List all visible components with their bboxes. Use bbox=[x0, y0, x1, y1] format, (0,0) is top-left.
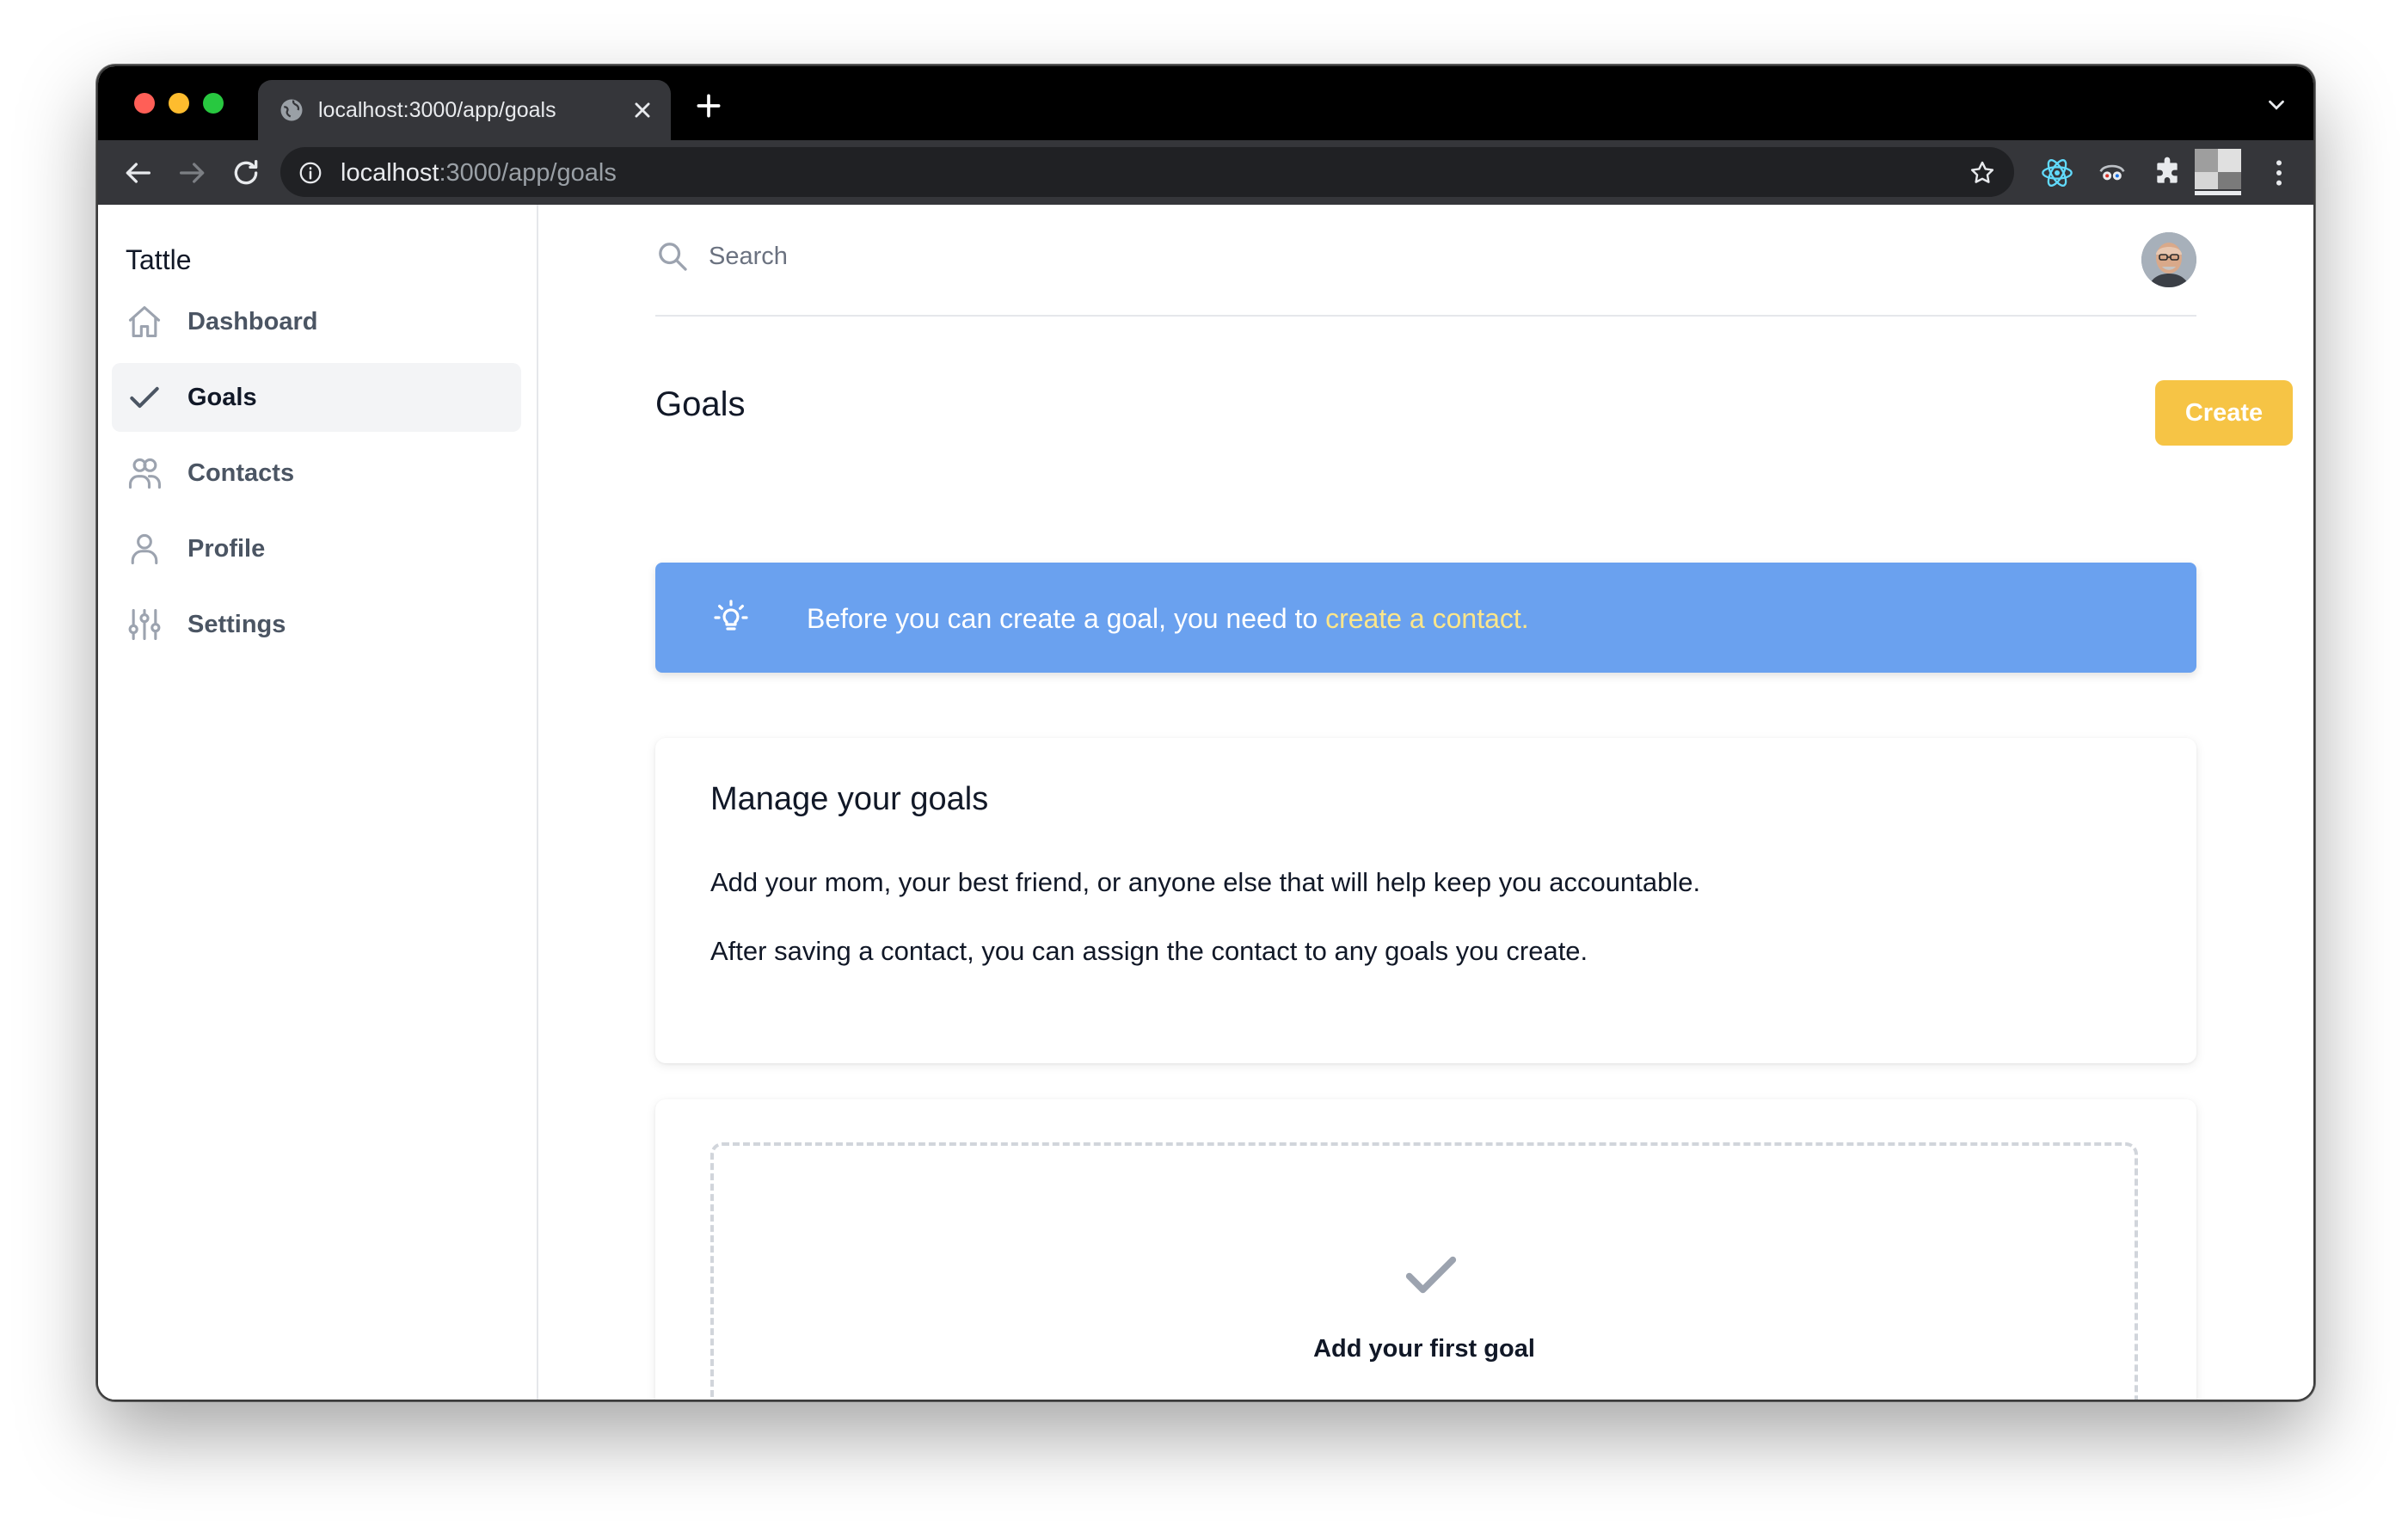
forward-arrow-icon[interactable] bbox=[175, 156, 210, 190]
bookmark-star-icon[interactable] bbox=[1968, 158, 1997, 188]
url-text: localhost:3000/app/goals bbox=[341, 159, 617, 187]
url-path: :3000/app/goals bbox=[439, 159, 617, 187]
create-button[interactable]: Create bbox=[2155, 380, 2293, 446]
banner-text: Before you can create a goal, you need t… bbox=[807, 602, 1529, 635]
browser-menu-icon[interactable] bbox=[2262, 156, 2296, 190]
avatar[interactable] bbox=[2141, 232, 2196, 287]
back-arrow-icon[interactable] bbox=[120, 156, 155, 190]
check-icon bbox=[130, 386, 159, 409]
sidebar-item-settings[interactable]: Settings bbox=[112, 590, 521, 659]
home-icon bbox=[128, 305, 161, 338]
sidebar-item-label: Settings bbox=[187, 610, 286, 638]
url-host: localhost bbox=[341, 159, 439, 187]
close-window-button[interactable] bbox=[134, 93, 155, 114]
info-banner: Before you can create a goal, you need t… bbox=[655, 563, 2196, 673]
minimize-window-button[interactable] bbox=[169, 93, 189, 114]
card-title: Manage your goals bbox=[710, 781, 989, 817]
globe-icon bbox=[280, 99, 303, 121]
card-paragraph: Add your mom, your best friend, or anyon… bbox=[710, 867, 1701, 897]
card-paragraph: After saving a contact, you can assign t… bbox=[710, 936, 1588, 966]
sliders-icon bbox=[128, 608, 161, 641]
sidebar: Tattle Dashboard Goals Contacts Profile … bbox=[98, 205, 538, 1400]
sidebar-item-label: Contacts bbox=[187, 458, 295, 487]
tab-title: localhost:3000/app/goals bbox=[318, 98, 556, 122]
tab-search-chevron-icon[interactable] bbox=[2264, 92, 2289, 118]
sidebar-item-goals[interactable]: Goals bbox=[112, 363, 521, 432]
react-devtools-icon[interactable] bbox=[2040, 156, 2074, 190]
users-icon bbox=[128, 458, 161, 489]
search-icon bbox=[659, 243, 687, 271]
site-info-icon[interactable] bbox=[298, 160, 323, 186]
sidebar-item-label: Profile bbox=[187, 534, 266, 563]
browser-profile-icon[interactable] bbox=[2195, 149, 2241, 195]
address-bar[interactable]: localhost:3000/app/goals bbox=[280, 147, 2014, 197]
browser-toolbar: localhost:3000/app/goals bbox=[98, 140, 2313, 205]
empty-state-card: Add your first goal bbox=[655, 1099, 2196, 1400]
add-first-goal-button[interactable]: Add your first goal bbox=[710, 1142, 2138, 1400]
app-content: Tattle Dashboard Goals Contacts Profile … bbox=[98, 205, 2313, 1400]
manage-goals-card: Manage your goals Add your mom, your bes… bbox=[655, 738, 2196, 1063]
sidebar-item-label: Dashboard bbox=[187, 307, 318, 335]
brand-name: Tattle bbox=[126, 244, 192, 275]
tab-strip: localhost:3000/app/goals bbox=[98, 66, 2313, 140]
page-title: Goals bbox=[655, 385, 746, 423]
sidebar-item-dashboard[interactable]: Dashboard bbox=[112, 287, 521, 356]
user-photo-icon bbox=[2141, 232, 2196, 287]
close-tab-icon[interactable] bbox=[628, 95, 657, 125]
new-tab-icon[interactable] bbox=[691, 89, 726, 123]
user-icon bbox=[131, 533, 158, 565]
check-icon bbox=[1405, 1256, 1457, 1294]
extensions-puzzle-icon[interactable] bbox=[2150, 156, 2184, 190]
maximize-window-button[interactable] bbox=[203, 93, 224, 114]
search-input[interactable] bbox=[709, 236, 1999, 277]
lightbulb-icon bbox=[714, 600, 748, 631]
sidebar-item-contacts[interactable]: Contacts bbox=[112, 439, 521, 508]
browser-window: localhost:3000/app/goals localhost:3000/… bbox=[96, 65, 2315, 1401]
reload-icon[interactable] bbox=[229, 156, 263, 190]
create-contact-link[interactable]: create a contact. bbox=[1325, 603, 1529, 634]
banner-message: Before you can create a goal, you need t… bbox=[807, 603, 1326, 634]
main-content: Goals Create Before you can create a goa… bbox=[538, 205, 2313, 1400]
browser-tab[interactable]: localhost:3000/app/goals bbox=[258, 80, 671, 140]
empty-state-label: Add your first goal bbox=[1313, 1335, 1535, 1363]
search-bar bbox=[655, 205, 2196, 317]
sidebar-item-label: Goals bbox=[187, 383, 257, 411]
extension-spy-icon[interactable] bbox=[2095, 156, 2129, 190]
sidebar-item-profile[interactable]: Profile bbox=[112, 514, 521, 583]
